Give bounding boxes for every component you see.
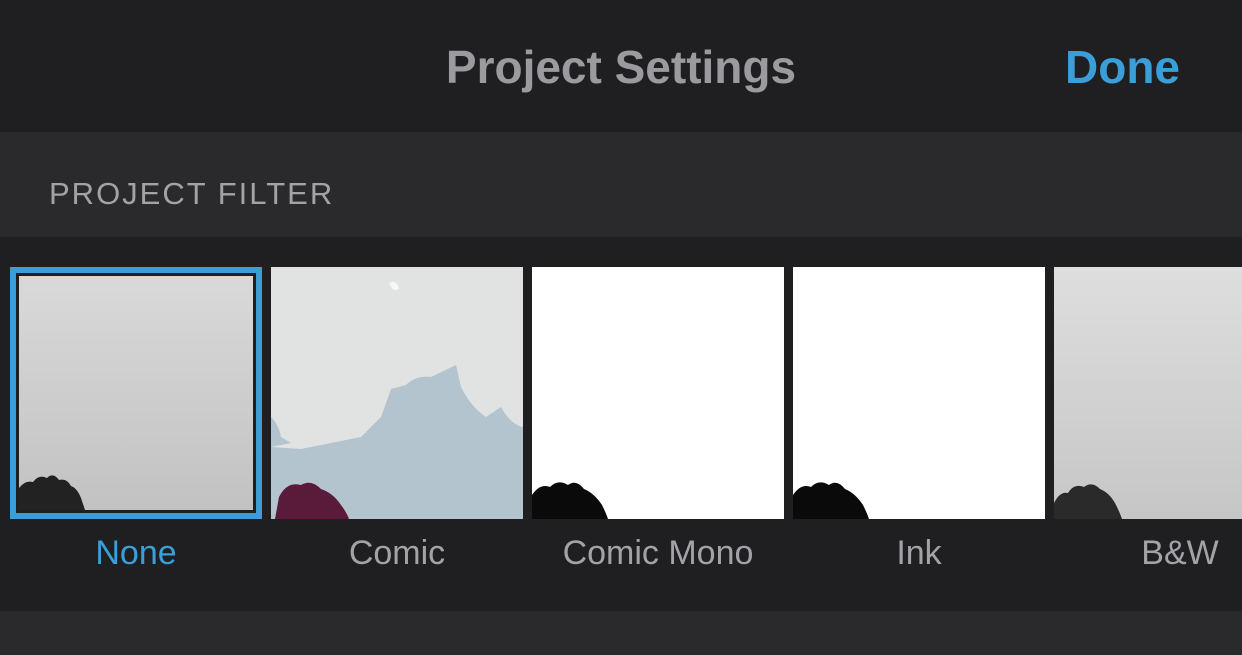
filter-thumbnail-bw[interactable] [1054, 267, 1242, 519]
filter-option-ink[interactable]: Ink [793, 267, 1045, 597]
navigation-bar: Project Settings Done [0, 0, 1242, 132]
filter-label-comic: Comic [348, 534, 446, 572]
filter-thumbnail-comic[interactable] [271, 267, 523, 519]
filter-label-bw: B&W [1141, 534, 1219, 572]
filter-label-comic-mono: Comic Mono [562, 534, 754, 572]
filter-option-none[interactable]: None [10, 267, 262, 597]
filter-label-none: None [95, 534, 177, 572]
filter-thumbnail-none[interactable] [10, 267, 262, 519]
filter-thumbnail-comic-mono[interactable] [532, 267, 784, 519]
filter-thumbnail-ink[interactable] [793, 267, 1045, 519]
filter-label-ink: Ink [896, 534, 942, 572]
filter-option-comic-mono[interactable]: Comic Mono [532, 267, 784, 597]
page-title: Project Settings [445, 41, 797, 93]
filter-carousel[interactable]: None Comic Comic Mono Ink B&W [0, 237, 1242, 611]
done-button[interactable]: Done [1065, 0, 1180, 132]
filter-option-bw[interactable]: B&W [1054, 267, 1242, 597]
filter-option-comic[interactable]: Comic [271, 267, 523, 597]
bottom-section [0, 611, 1242, 655]
project-filter-heading: PROJECT FILTER [49, 176, 335, 211]
